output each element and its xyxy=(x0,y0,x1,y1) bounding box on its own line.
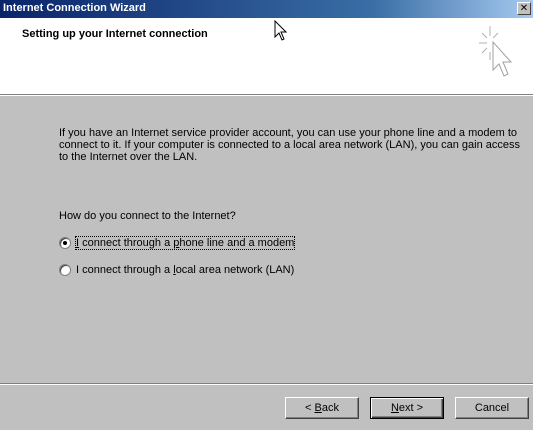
connection-question: How do you connect to the Internet? xyxy=(59,210,236,222)
radio-lan[interactable] xyxy=(59,264,71,276)
header-divider xyxy=(0,95,533,96)
footer-divider-highlight xyxy=(0,384,533,385)
mouse-pointer-icon xyxy=(274,20,288,41)
window-title: Internet Connection Wizard xyxy=(3,2,146,14)
radio-selected-dot xyxy=(63,241,67,245)
cancel-button[interactable]: Cancel xyxy=(455,397,529,419)
close-button[interactable]: ✕ xyxy=(517,2,531,15)
page-title: Setting up your Internet connection xyxy=(22,28,208,40)
option-lan-label[interactable]: I connect through a local area network (… xyxy=(76,264,294,276)
option-phone-modem-label[interactable]: I connect through a phone line and a mod… xyxy=(74,236,296,250)
wizard-header: Setting up your Internet connection xyxy=(0,18,533,95)
radio-phone-modem[interactable] xyxy=(59,237,71,249)
next-button[interactable]: Next > xyxy=(370,397,444,419)
wizard-cursor-sparkle-icon xyxy=(479,26,513,77)
description-text: If you have an Internet service provider… xyxy=(59,127,521,163)
back-button[interactable]: < Back xyxy=(285,397,359,419)
title-bar: Internet Connection Wizard ✕ xyxy=(0,0,533,18)
close-icon: ✕ xyxy=(519,3,529,14)
